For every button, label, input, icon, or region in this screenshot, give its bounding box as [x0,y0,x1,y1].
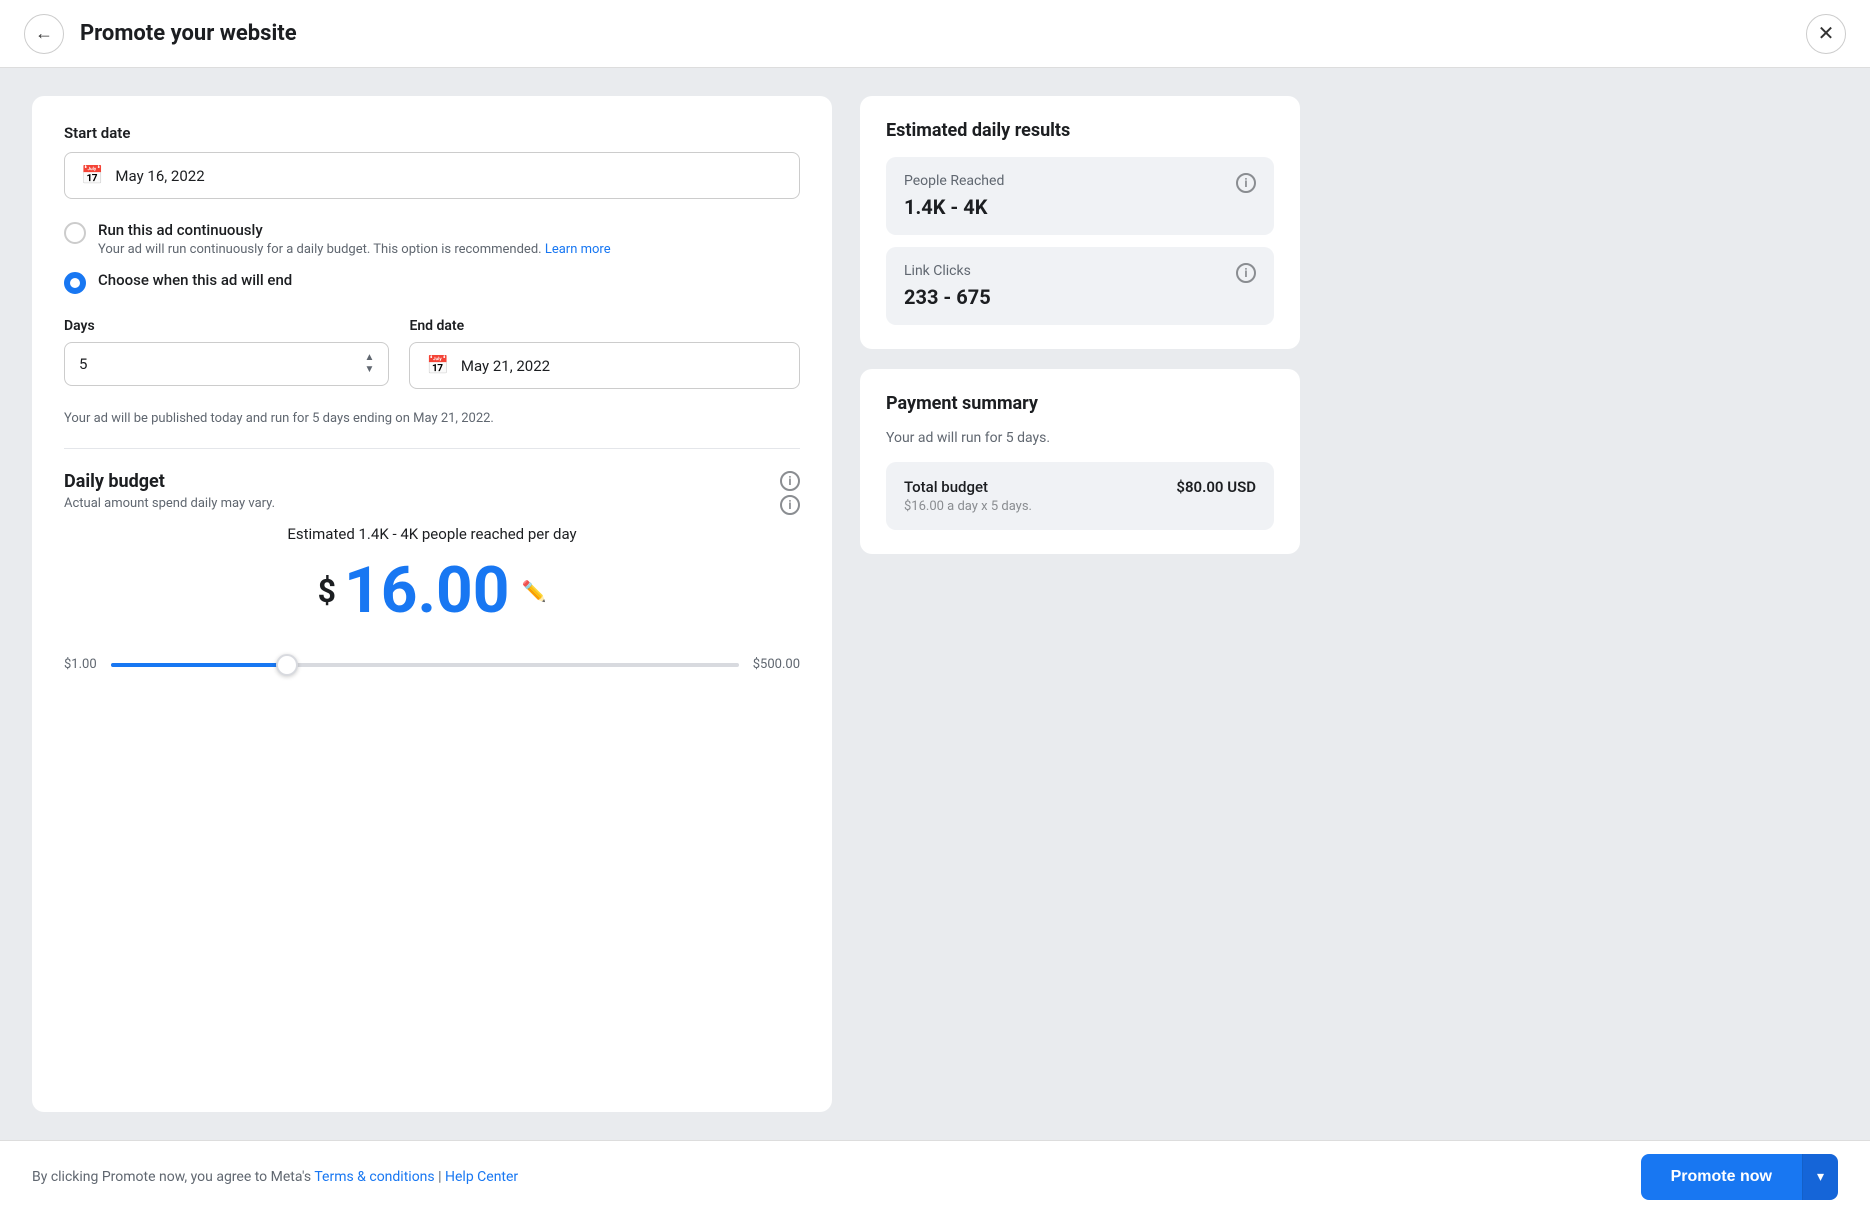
people-reached-label: People Reached [904,173,1004,189]
duration-options: Run this ad continuously Your ad will ru… [64,221,800,389]
start-date-section: Start date 📅 May 16, 2022 [64,124,800,199]
run-continuously-label: Run this ad continuously [98,221,611,239]
footer-legal-text: By clicking Promote now, you agree to Me… [32,1169,518,1185]
choose-end-radio[interactable] [64,272,86,294]
budget-header: Daily budget Actual amount spend daily m… [64,471,800,515]
payment-summary-card: Payment summary Your ad will run for 5 d… [860,369,1300,554]
days-field-label: Days [64,318,389,334]
stepper-arrows[interactable]: ▲ ▼ [365,353,375,375]
link-clicks-content: Link Clicks 233 - 675 [904,263,991,309]
back-icon: ← [35,23,53,44]
slider-max-label: $500.00 [753,657,800,672]
budget-amount: 16.00 [344,559,509,623]
link-clicks-value: 233 - 675 [904,285,991,309]
run-continuously-option[interactable]: Run this ad continuously Your ad will ru… [64,221,800,257]
close-icon: ✕ [1818,21,1835,46]
choose-end-option[interactable]: Choose when this ad will end [64,271,800,294]
payment-row: Total budget $16.00 a day x 5 days. $80.… [886,462,1274,530]
budget-info-icon-2[interactable]: i [780,495,800,515]
help-center-link[interactable]: Help Center [445,1169,518,1185]
people-reached-box: People Reached 1.4K - 4K i [886,157,1274,235]
days-stepper[interactable]: 5 ▲ ▼ [64,342,389,386]
people-reached-content: People Reached 1.4K - 4K [904,173,1004,219]
estimated-results-card: Estimated daily results People Reached 1… [860,96,1300,349]
people-reached-value: 1.4K - 4K [904,195,1004,219]
edit-budget-icon[interactable]: ✏️ [521,579,546,603]
promote-dropdown-button[interactable]: ▾ [1802,1154,1838,1200]
run-continuously-radio[interactable] [64,222,86,244]
days-column: Days 5 ▲ ▼ [64,318,389,389]
end-calendar-icon: 📅 [426,355,448,376]
end-date-field-label: End date [409,318,800,334]
end-date-column: End date 📅 May 21, 2022 [409,318,800,389]
slider-min-label: $1.00 [64,657,97,672]
start-date-label: Start date [64,124,800,142]
left-panel: Start date 📅 May 16, 2022 Run this ad co… [32,96,832,1112]
right-panel: Estimated daily results People Reached 1… [860,96,1300,1112]
header-left: ← Promote your website [24,14,297,54]
start-date-input[interactable]: 📅 May 16, 2022 [64,152,800,199]
end-date-value: May 21, 2022 [461,357,550,375]
page-title: Promote your website [80,21,297,46]
footer-cta: Promote now ▾ [1641,1154,1838,1200]
reach-text: Estimated 1.4K - 4K people reached per d… [64,525,800,543]
dropdown-chevron: ▾ [1817,1168,1824,1185]
total-budget-amount: $80.00 USD [1176,478,1256,496]
payment-label-area: Total budget $16.00 a day x 5 days. [904,478,1032,514]
days-enddate-row: Days 5 ▲ ▼ End date 📅 May 21, 2022 [64,318,800,389]
payment-summary-title: Payment summary [886,393,1274,414]
slider-thumb[interactable] [276,654,298,676]
days-value: 5 [79,355,87,373]
section-divider [64,448,800,449]
close-button[interactable]: ✕ [1806,14,1846,54]
end-date-input[interactable]: 📅 May 21, 2022 [409,342,800,389]
budget-subtitle: Actual amount spend daily may vary. [64,496,275,511]
budget-info-icons: i i [780,471,800,515]
run-continuously-content: Run this ad continuously Your ad will ru… [98,221,611,257]
budget-info-icon-1[interactable]: i [780,471,800,491]
terms-link[interactable]: Terms & conditions [314,1169,434,1185]
budget-amount-row: $ 16.00 ✏️ [64,559,800,623]
header: ← Promote your website ✕ [0,0,1870,68]
link-clicks-label: Link Clicks [904,263,991,279]
link-clicks-box: Link Clicks 233 - 675 i [886,247,1274,325]
people-reached-info-icon[interactable]: i [1236,173,1256,193]
currency-symbol: $ [318,572,336,610]
estimated-results-title: Estimated daily results [886,120,1274,141]
learn-more-link[interactable]: Learn more [545,242,611,257]
choose-end-label: Choose when this ad will end [98,271,292,289]
start-date-value: May 16, 2022 [115,167,204,185]
main-content: Start date 📅 May 16, 2022 Run this ad co… [0,68,1870,1140]
back-button[interactable]: ← [24,14,64,54]
run-continuously-desc: Your ad will run continuously for a dail… [98,242,611,257]
publish-info: Your ad will be published today and run … [64,411,800,426]
total-budget-sublabel: $16.00 a day x 5 days. [904,499,1032,514]
promote-now-button[interactable]: Promote now [1641,1154,1802,1200]
daily-budget-section: Daily budget Actual amount spend daily m… [64,471,800,672]
calendar-icon: 📅 [81,165,103,186]
budget-title: Daily budget [64,471,275,492]
stepper-up[interactable]: ▲ [365,353,375,363]
choose-end-content: Choose when this ad will end [98,271,292,289]
footer: By clicking Promote now, you agree to Me… [0,1140,1870,1212]
total-budget-label: Total budget [904,478,1032,496]
payment-desc: Your ad will run for 5 days. [886,430,1274,446]
budget-slider[interactable] [111,663,739,667]
budget-center: Estimated 1.4K - 4K people reached per d… [64,515,800,633]
slider-fill [111,663,287,667]
budget-title-area: Daily budget Actual amount spend daily m… [64,471,275,511]
budget-slider-row: $1.00 $500.00 [64,657,800,672]
stepper-down[interactable]: ▼ [365,365,375,375]
link-clicks-info-icon[interactable]: i [1236,263,1256,283]
